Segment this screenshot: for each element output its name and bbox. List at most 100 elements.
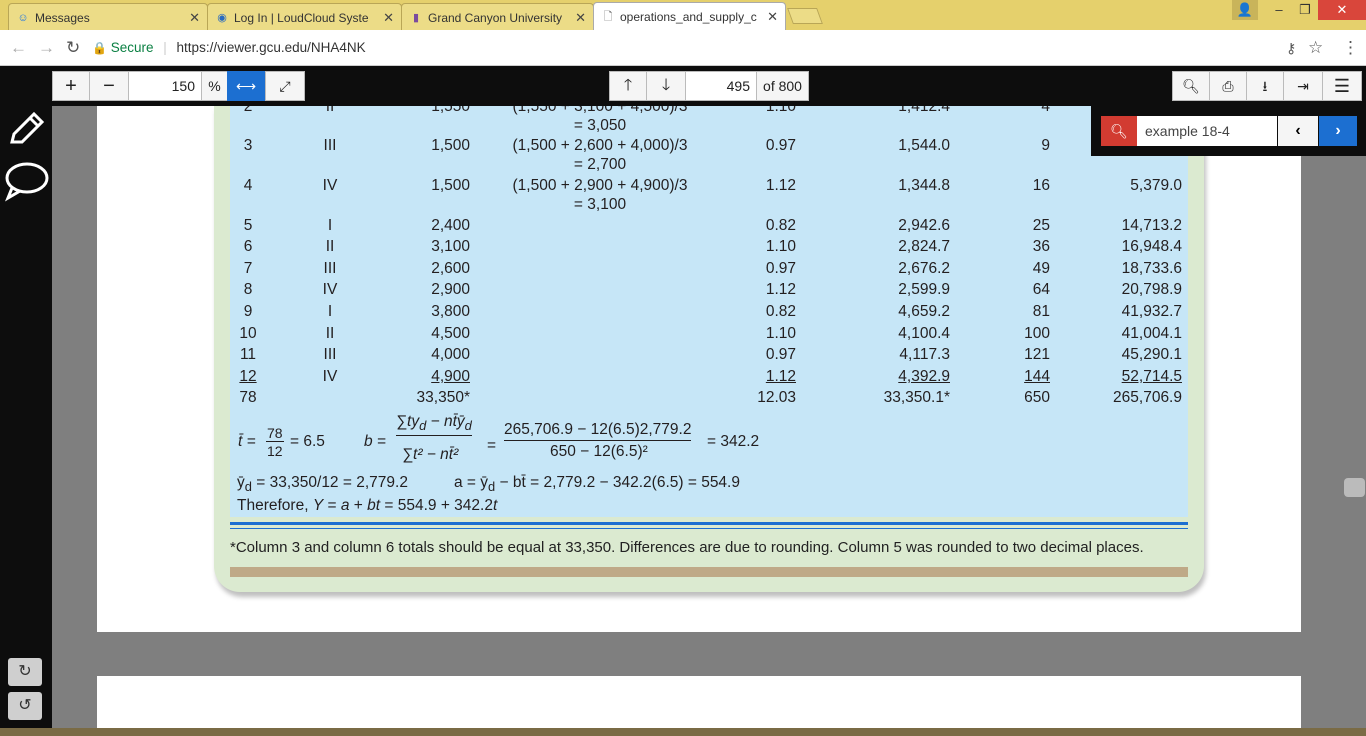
address-bar: ← → ↻ 🔒 Secure | https://viewer.gcu.edu/… xyxy=(0,30,1366,66)
formula-intercept: a = ȳd − bt̄ = 2,779.2 − 342.2(6.5) = 55… xyxy=(454,474,740,495)
total-period: 78 xyxy=(239,389,257,406)
cell-quarter: II xyxy=(325,238,335,255)
fit-width-icon[interactable]: ⟷ xyxy=(227,71,265,101)
close-icon[interactable]: ✕ xyxy=(767,9,778,25)
cell-t-times-y: 14,713.2 xyxy=(1121,217,1182,234)
key-icon[interactable]: ⚷ xyxy=(1286,40,1296,57)
bookmark-star-icon[interactable]: ☆ xyxy=(1308,38,1323,58)
cell-quarter: III xyxy=(323,346,337,363)
cell-moving-average-result: = 3,100 xyxy=(573,196,627,213)
pencil-icon[interactable] xyxy=(6,110,46,150)
tab-loudcloud[interactable]: ◉ Log In | LoudCloud Syste ✕ xyxy=(207,3,402,30)
cell-period: 9 xyxy=(243,303,253,320)
search-icon[interactable]: 🔍︎ xyxy=(1172,71,1210,101)
scrollbar-thumb[interactable] xyxy=(1344,478,1365,497)
rotate-clockwise-button[interactable]: ↻ xyxy=(8,658,42,686)
cell-period: 5 xyxy=(243,217,253,234)
cell-moving-average: (1,500 + 2,600 + 4,000)/3 xyxy=(512,137,688,154)
cell-actual: 1,500 xyxy=(431,137,470,154)
cell-seasonal-factor: 1.10 xyxy=(765,238,796,255)
profile-icon[interactable]: 👤 xyxy=(1232,0,1258,20)
tab-operations[interactable]: 🗋 operations_and_supply_c ✕ xyxy=(593,2,786,30)
cell-t-times-y: 20,798.9 xyxy=(1121,281,1182,298)
taskbar xyxy=(0,728,1366,736)
cell-period: 12 xyxy=(239,368,257,385)
maximize-button[interactable]: ❐ xyxy=(1290,0,1320,20)
cell-seasonal-factor: 1.12 xyxy=(765,368,796,385)
cell-t-times-y: 45,290.1 xyxy=(1121,346,1182,363)
menu-icon[interactable]: ☰ xyxy=(1322,71,1362,101)
cell-t-squared: 144 xyxy=(1024,368,1050,385)
cell-period: 6 xyxy=(243,238,253,255)
document-page: 2 II 1,550 (1,550 + 3,100 + 4,500)/3 = 3,050… xyxy=(97,106,1301,632)
cell-moving-average-result: = 3,050 xyxy=(573,117,627,134)
previous-page-button[interactable]: 🡑 xyxy=(609,71,647,101)
cell-deseasonalized: 4,117.3 xyxy=(899,346,950,363)
zoom-unit: % xyxy=(201,71,228,101)
zoom-out-button[interactable]: − xyxy=(89,71,129,101)
cell-t-times-y: 41,932.7 xyxy=(1121,303,1182,320)
cell-actual: 3,100 xyxy=(431,238,470,255)
document-viewer[interactable]: 2 II 1,550 (1,550 + 3,100 + 4,500)/3 = 3,050… xyxy=(52,106,1366,728)
cell-quarter: IV xyxy=(322,177,338,194)
cell-seasonal-factor: 0.82 xyxy=(765,303,796,320)
cell-moving-average-result: = 2,700 xyxy=(573,156,627,173)
cell-actual: 4,000 xyxy=(431,346,470,363)
viewer-toolbar: + − 150 % ⟷ ⤢ 🡑 🡓 495 of 800 🔍︎ ⎙ ⭳ ⇥ ☰ xyxy=(0,66,1366,106)
back-icon[interactable]: ← xyxy=(10,38,27,58)
find-previous-icon[interactable]: ‹ xyxy=(1278,116,1318,146)
cell-t-times-y: 16,948.4 xyxy=(1121,238,1182,255)
rotate-counterclockwise-button[interactable]: ↺ xyxy=(8,692,42,720)
comment-icon[interactable] xyxy=(4,160,50,202)
reload-icon[interactable]: ↻ xyxy=(66,38,80,58)
cell-deseasonalized: 4,659.2 xyxy=(898,303,950,320)
messages-icon: ☺ xyxy=(17,12,29,24)
cell-quarter: I xyxy=(327,303,333,320)
print-icon[interactable]: ⎙ xyxy=(1209,71,1247,101)
cell-period: 8 xyxy=(243,281,253,298)
find-next-icon[interactable]: › xyxy=(1319,116,1357,146)
find-bar: 🔍︎ ‹ › xyxy=(1091,106,1366,156)
document-page-next xyxy=(97,676,1301,728)
cell-actual: 1,500 xyxy=(431,177,470,194)
share-icon[interactable]: ⇥ xyxy=(1283,71,1323,101)
cell-t-times-y: 5,379.0 xyxy=(1130,177,1182,194)
page-input[interactable]: 495 xyxy=(685,71,757,101)
tab-title: Log In | LoudCloud Syste xyxy=(234,11,369,25)
new-tab-button[interactable] xyxy=(787,8,823,24)
forward-icon[interactable]: → xyxy=(38,38,55,58)
cell-deseasonalized: 2,676.2 xyxy=(898,260,950,277)
url-field[interactable]: 🔒 Secure | https://viewer.gcu.edu/NHA4NK xyxy=(92,35,1332,61)
cell-quarter: I xyxy=(327,217,333,234)
download-icon[interactable]: ⭳ xyxy=(1246,71,1284,101)
cell-actual: 4,900 xyxy=(431,368,470,385)
tab-gcu[interactable]: ▮ Grand Canyon University ✕ xyxy=(401,3,594,30)
cell-t-squared: 9 xyxy=(1041,137,1050,154)
close-icon[interactable]: ✕ xyxy=(575,10,586,26)
cell-quarter: III xyxy=(323,260,337,277)
cell-moving-average: (1,500 + 2,900 + 4,900)/3 xyxy=(512,177,688,194)
annotation-sidebar: ↻ ↺ xyxy=(0,106,52,736)
tab-messages[interactable]: ☺ Messages ✕ xyxy=(8,3,208,30)
find-search-icon[interactable]: 🔍︎ xyxy=(1101,116,1137,146)
cell-quarter: II xyxy=(325,325,335,342)
close-icon[interactable]: ✕ xyxy=(383,10,394,26)
zoom-input[interactable]: 150 xyxy=(128,71,202,101)
total-seasonal-factor: 12.03 xyxy=(757,389,796,406)
gcu-icon: ▮ xyxy=(412,12,420,24)
bottom-bar xyxy=(230,567,1188,577)
document-icon: 🗋 xyxy=(603,11,613,23)
close-window-button[interactable]: ✕ xyxy=(1318,0,1366,20)
menu-dots-icon[interactable]: ⋮ xyxy=(1342,38,1359,58)
formula-b-numerator-values: 265,706.9 − 12(6.5)2,779.2 xyxy=(504,421,692,441)
cell-deseasonalized: 2,824.7 xyxy=(898,238,950,255)
cell-t-times-y: 52,714.5 xyxy=(1121,368,1182,385)
close-icon[interactable]: ✕ xyxy=(189,10,200,26)
zoom-in-button[interactable]: + xyxy=(52,71,90,101)
formula-b-denominator-values: 650 − 12(6.5)² xyxy=(550,443,648,460)
find-input[interactable] xyxy=(1137,116,1277,146)
cell-deseasonalized: 2,599.9 xyxy=(898,281,950,298)
next-page-button[interactable]: 🡓 xyxy=(646,71,686,101)
cell-t-squared: 64 xyxy=(1032,281,1050,298)
fullscreen-icon[interactable]: ⤢ xyxy=(265,71,305,101)
